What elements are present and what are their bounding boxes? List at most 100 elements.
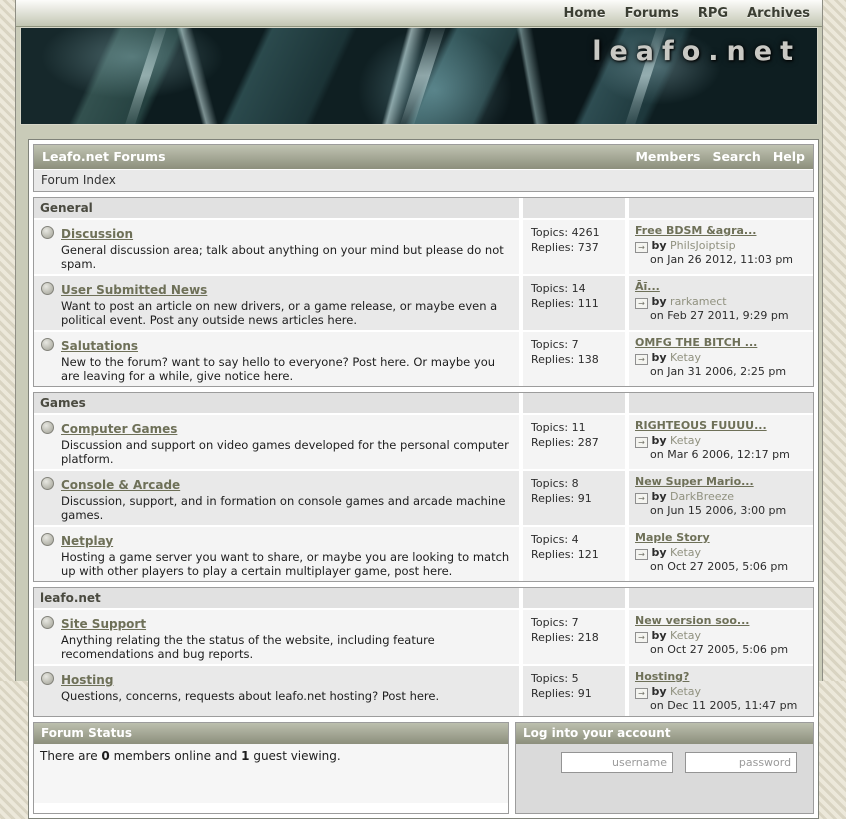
- login-panel-title: Log into your account: [516, 723, 813, 744]
- forum-status-icon: [41, 338, 54, 351]
- last-post-cell: Āī... → by rarkamect on Feb 27 2011, 9:2…: [629, 276, 813, 330]
- forum-description: New to the forum? want to say hello to e…: [61, 355, 515, 383]
- forum-title: Leafo.net Forums: [42, 145, 166, 169]
- last-post-cell: Hosting? → by Ketay on Dec 11 2005, 11:4…: [629, 666, 813, 716]
- nav-archives[interactable]: Archives: [747, 6, 810, 21]
- forum-row-netplay: Netplay Hosting a game server you want t…: [34, 527, 813, 581]
- last-post-user-link[interactable]: Ketay: [670, 351, 701, 364]
- forum-description: Anything relating the the status of the …: [61, 633, 515, 661]
- nav-home[interactable]: Home: [563, 6, 605, 21]
- goto-post-icon[interactable]: →: [635, 437, 648, 448]
- last-post-date: on Oct 27 2005, 5:06 pm: [650, 643, 809, 657]
- search-link[interactable]: Search: [712, 145, 760, 169]
- lastpost-column-header: [629, 588, 813, 608]
- forum-description: Discussion and support on video games de…: [61, 438, 515, 466]
- forum-row-salutations: Salutations New to the forum? want to sa…: [34, 332, 813, 386]
- goto-post-icon[interactable]: →: [635, 298, 648, 309]
- last-post-link[interactable]: Maple Story: [635, 531, 710, 545]
- forum-row-site-support: Site Support Anything relating the the s…: [34, 610, 813, 664]
- forum-description: Discussion, support, and in formation on…: [61, 494, 515, 522]
- goto-post-icon[interactable]: →: [635, 688, 648, 699]
- forum-container: Leafo.net Forums Members Search Help For…: [28, 139, 819, 819]
- topics-column-header: [523, 588, 625, 608]
- forum-status-panel: Forum Status There are 0 members online …: [33, 722, 509, 814]
- forum-status-icon: [41, 616, 54, 629]
- guest-count: 1: [241, 749, 249, 763]
- last-post-cell: Free BDSM &agra... → by PhilsJoiptsip on…: [629, 220, 813, 274]
- last-post-link[interactable]: RIGHTEOUS FUUUU...: [635, 419, 767, 433]
- goto-post-icon[interactable]: →: [635, 493, 648, 504]
- nav-rpg[interactable]: RPG: [698, 6, 728, 21]
- forum-header-box: Leafo.net Forums Members Search Help For…: [33, 144, 814, 192]
- forum-status-icon: [41, 672, 54, 685]
- members-link[interactable]: Members: [635, 145, 700, 169]
- last-post-link[interactable]: OMFG THE BITCH ...: [635, 336, 757, 350]
- last-post-link[interactable]: Free BDSM &agra...: [635, 224, 756, 238]
- forum-description: Hosting a game server you want to share,…: [61, 550, 515, 578]
- last-post-link[interactable]: Āī...: [635, 280, 660, 294]
- last-post-link[interactable]: New Super Mario...: [635, 475, 754, 489]
- banner-light-beam: [397, 27, 448, 125]
- forum-row-discussion: Discussion General discussion area; talk…: [34, 220, 813, 274]
- category-title: General: [34, 198, 519, 218]
- last-post-link[interactable]: New version soo...: [635, 614, 749, 628]
- last-post-cell: Maple Story → by Ketay on Oct 27 2005, 5…: [629, 527, 813, 581]
- top-navigation: Home Forums RPG Archives: [16, 0, 822, 27]
- category-header-row: leafo.net: [34, 588, 813, 608]
- forum-link[interactable]: Console & Arcade: [61, 478, 180, 492]
- forum-link[interactable]: Discussion: [61, 227, 133, 241]
- category-title: Games: [34, 393, 519, 413]
- last-post-user-link[interactable]: Ketay: [670, 546, 701, 559]
- nav-forums[interactable]: Forums: [625, 6, 679, 21]
- last-post-cell: New Super Mario... → by DarkBreeze on Ju…: [629, 471, 813, 525]
- forum-link[interactable]: Hosting: [61, 673, 113, 687]
- goto-post-icon[interactable]: →: [635, 242, 648, 253]
- forum-link[interactable]: Salutations: [61, 339, 138, 353]
- bottom-panels: Forum Status There are 0 members online …: [33, 722, 814, 814]
- lastpost-column-header: [629, 198, 813, 218]
- last-post-cell: RIGHTEOUS FUUUU... → by Ketay on Mar 6 2…: [629, 415, 813, 469]
- forum-row-computer-games: Computer Games Discussion and support on…: [34, 415, 813, 469]
- forum-status-icon: [41, 282, 54, 295]
- forum-link[interactable]: Netplay: [61, 534, 113, 548]
- category-title: leafo.net: [34, 588, 519, 608]
- goto-post-icon[interactable]: →: [635, 549, 648, 560]
- forum-description: Questions, concerns, requests about leaf…: [61, 689, 439, 703]
- last-post-user-link[interactable]: DarkBreeze: [670, 490, 734, 503]
- last-post-date: on Jan 26 2012, 11:03 pm: [650, 253, 809, 267]
- forum-status-icon: [41, 477, 54, 490]
- topics-replies-cell: Topics: 4 Replies: 121: [523, 527, 625, 581]
- forum-link[interactable]: User Submitted News: [61, 283, 207, 297]
- goto-post-icon[interactable]: →: [635, 354, 648, 365]
- help-link[interactable]: Help: [773, 145, 805, 169]
- last-post-cell: New version soo... → by Ketay on Oct 27 …: [629, 610, 813, 664]
- last-post-user-link[interactable]: PhilsJoiptsip: [670, 239, 736, 252]
- topics-replies-cell: Topics: 7 Replies: 138: [523, 332, 625, 386]
- category-header-row: Games: [34, 393, 813, 413]
- username-input[interactable]: [561, 752, 673, 773]
- forum-title-bar: Leafo.net Forums Members Search Help: [34, 145, 813, 169]
- category-leafonet: leafo.net Site Support Anything relating…: [33, 587, 814, 717]
- password-input[interactable]: [685, 752, 797, 773]
- last-post-user-link[interactable]: Ketay: [670, 434, 701, 447]
- goto-post-icon[interactable]: →: [635, 632, 648, 643]
- topics-replies-cell: Topics: 5 Replies: 91: [523, 666, 625, 716]
- forum-link[interactable]: Computer Games: [61, 422, 177, 436]
- lastpost-column-header: [629, 393, 813, 413]
- forum-link[interactable]: Site Support: [61, 617, 146, 631]
- last-post-date: on Jan 31 2006, 2:25 pm: [650, 365, 809, 379]
- last-post-user-link[interactable]: Ketay: [670, 685, 701, 698]
- site-logo: leafo.net: [592, 36, 801, 67]
- last-post-user-link[interactable]: rarkamect: [670, 295, 727, 308]
- forum-description: Want to post an article on new drivers, …: [61, 299, 515, 327]
- last-post-link[interactable]: Hosting?: [635, 670, 689, 684]
- last-post-cell: OMFG THE BITCH ... → by Ketay on Jan 31 …: [629, 332, 813, 386]
- category-games: Games Computer Games Discussion and supp…: [33, 392, 814, 582]
- forum-row-user-submitted-news: User Submitted News Want to post an arti…: [34, 276, 813, 330]
- login-panel: Log into your account: [515, 722, 814, 814]
- category-header-row: General: [34, 198, 813, 218]
- last-post-user-link[interactable]: Ketay: [670, 629, 701, 642]
- breadcrumb[interactable]: Forum Index: [34, 169, 813, 191]
- topics-replies-cell: Topics: 7 Replies: 218: [523, 610, 625, 664]
- members-online-count: 0: [101, 749, 109, 763]
